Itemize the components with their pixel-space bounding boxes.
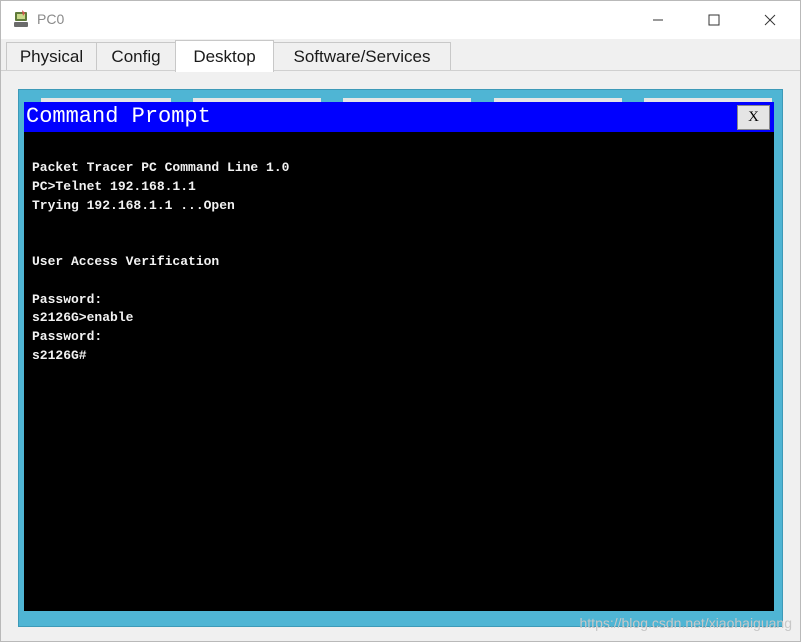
window-title: PC0	[37, 11, 65, 27]
terminal-line: Packet Tracer PC Command Line 1.0	[32, 160, 290, 175]
minimize-button[interactable]	[635, 1, 681, 39]
app-window: PC0 Physical Config Desktop Software/Ser…	[0, 0, 801, 642]
command-prompt-close-button[interactable]: X	[737, 105, 770, 130]
terminal-line: s2126G>enable	[32, 310, 134, 326]
close-icon	[764, 14, 776, 26]
maximize-button[interactable]	[691, 1, 737, 39]
watermark: https://blog.csdn.net/xiaohaiguang	[579, 615, 793, 631]
terminal-line: PC>Telnet 192.168.1.1	[32, 178, 196, 194]
terminal-line: s2126G#	[32, 347, 87, 363]
terminal-line: Password:	[32, 329, 103, 345]
command-prompt-window[interactable]: Command Prompt X Packet Tracer PC Comman…	[24, 102, 774, 611]
terminal-output[interactable]: Packet Tracer PC Command Line 1.0 PC>Teln…	[32, 159, 762, 366]
tab-desktop[interactable]: Desktop	[175, 40, 274, 72]
minimize-icon	[653, 19, 663, 21]
terminal-line: Password:	[32, 291, 103, 307]
tab-config[interactable]: Config	[96, 42, 176, 70]
terminal-line: User Access Verification	[32, 253, 220, 269]
tab-software-services[interactable]: Software/Services	[273, 42, 451, 70]
maximize-icon	[708, 14, 720, 26]
tab-physical[interactable]: Physical	[6, 42, 97, 70]
title-bar: PC0	[1, 1, 800, 39]
terminal-line: Trying 192.168.1.1 ...Open	[32, 197, 235, 213]
close-window-button[interactable]	[747, 1, 793, 39]
command-prompt-title-bar: Command Prompt X	[24, 102, 774, 132]
packet-tracer-pc-icon	[14, 10, 28, 27]
command-prompt-title: Command Prompt	[26, 104, 211, 129]
